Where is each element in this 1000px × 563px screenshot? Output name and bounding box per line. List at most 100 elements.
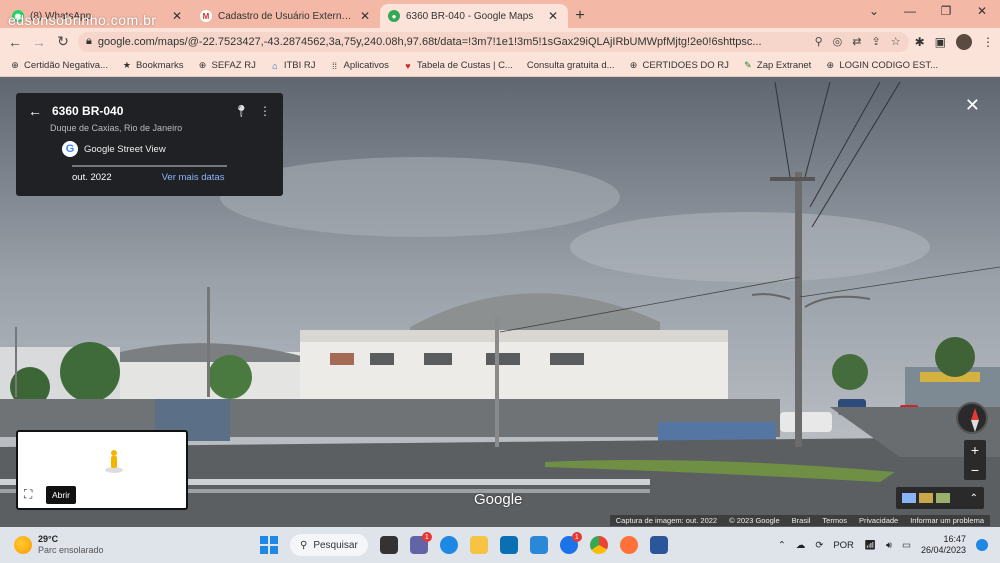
gmail-icon: M	[200, 10, 212, 22]
tab-gmail[interactable]: M Cadastro de Usuário Externo no... ✕	[192, 4, 380, 28]
layer-thumb-icon[interactable]	[936, 493, 950, 503]
browser-toolbar: ← → ↻ 🔒︎ google.com/maps/@-22.7523427,-4…	[0, 28, 1000, 55]
terms-link[interactable]: Termos	[822, 516, 847, 525]
maps-pin-icon: ●	[388, 10, 400, 22]
bookmark-itbi[interactable]: ⌂ ITBI RJ	[270, 60, 315, 71]
layer-switcher[interactable]: ⌃	[896, 487, 984, 509]
back-arrow-icon[interactable]: ←	[28, 103, 42, 119]
location-pin-icon[interactable]: 📍︎	[234, 104, 249, 118]
privacy-link[interactable]: Privacidade	[859, 516, 898, 525]
lock-icon: 🔒︎	[86, 35, 92, 47]
system-tray: ⌃ ☁ ⟳ POR 📶︎ 🔊︎ ▭ 16:47 26/04/2023	[778, 527, 988, 563]
bookmark-consulta[interactable]: Consulta gratuita d...	[527, 60, 615, 71]
firefox-icon[interactable]	[619, 536, 638, 554]
back-button[interactable]: ←	[6, 34, 24, 50]
tab-google-maps[interactable]: ● 6360 BR-040 - Google Maps ✕	[380, 4, 568, 28]
app-icon[interactable]: 1	[559, 532, 582, 554]
street-view-viewport[interactable]: ← 6360 BR-040 📍︎ ⋮ Duque de Caxias, Rio …	[0, 77, 1000, 527]
mail-icon[interactable]	[529, 536, 548, 554]
forward-button[interactable]: →	[30, 34, 48, 50]
bookmark-login[interactable]: ⊕ LOGIN CODIGO EST...	[825, 60, 939, 71]
capture-credit: Captura de imagem: out. 2022	[615, 516, 718, 525]
bookmark-label: Zap Extranet	[756, 60, 812, 71]
cloud-icon[interactable]: ☁	[796, 540, 806, 551]
restore-button[interactable]: ❐	[928, 4, 964, 18]
wifi-icon[interactable]: 📶︎	[864, 540, 876, 551]
share-icon[interactable]: ⇪	[872, 35, 881, 48]
windows-taskbar: 29°C Parc ensolarado ⚲ Pesquisar 1 1 ⌃ ☁…	[0, 527, 1000, 563]
more-dates-link[interactable]: Ver mais datas	[162, 172, 225, 183]
bookmark-folder-bookmarks[interactable]: ★ Bookmarks	[122, 60, 184, 71]
country-link[interactable]: Brasil	[792, 516, 811, 525]
zap-icon: ✎	[744, 60, 752, 70]
date: 26/04/2023	[920, 545, 966, 555]
file-explorer-icon[interactable]	[469, 536, 488, 554]
bookmark-certidao[interactable]: ⊕ Certidão Negativa...	[10, 60, 108, 71]
chevron-up-icon[interactable]: ⌃	[778, 540, 786, 551]
notification-icon[interactable]	[976, 539, 988, 551]
close-tab-icon[interactable]: ✕	[546, 9, 560, 23]
chevron-up-icon[interactable]: ⌃	[970, 493, 978, 504]
omnibox-icons: ⚲ ◎ ⇄ ⇪ ☆	[815, 35, 901, 48]
bookmark-label: Consulta gratuita d...	[526, 60, 615, 71]
close-tab-icon[interactable]: ✕	[170, 9, 184, 23]
volume-icon[interactable]: 🔊︎	[886, 540, 892, 551]
layer-thumb-icon[interactable]	[902, 493, 916, 503]
battery-icon[interactable]: ▭	[902, 540, 911, 551]
sync-icon[interactable]: ⟳	[815, 540, 823, 551]
menu-kebab-icon[interactable]: ⋮	[982, 35, 994, 49]
divider	[72, 165, 227, 167]
bookmark-star-icon[interactable]: ☆	[891, 35, 901, 48]
new-tab-button[interactable]: +	[568, 4, 592, 28]
reload-button[interactable]: ↻	[54, 33, 72, 50]
extensions-puzzle-icon[interactable]: ✱	[915, 35, 925, 49]
locality-text: Duque de Caxias, Rio de Janeiro	[50, 123, 183, 133]
edge-icon[interactable]	[439, 536, 458, 554]
report-problem-link[interactable]: Informar um problema	[910, 516, 984, 525]
zoom-in-button[interactable]: +	[971, 440, 979, 460]
bookmark-apps[interactable]: ⁞⁞ Aplicativos	[330, 60, 389, 71]
close-window-button[interactable]: ✕	[964, 4, 1000, 18]
bookmark-sefaz[interactable]: ⊕ SEFAZ RJ	[197, 60, 256, 71]
address-bar[interactable]: 🔒︎ google.com/maps/@-22.7523427,-43.2874…	[78, 31, 909, 52]
tab-search-icon[interactable]: ⌄	[856, 4, 892, 18]
bookmark-zap[interactable]: ✎ Zap Extranet	[743, 60, 811, 71]
store-icon[interactable]	[499, 536, 518, 554]
clock[interactable]: 16:47 26/04/2023	[921, 534, 966, 556]
layer-thumb-icon[interactable]	[919, 493, 933, 503]
bookmark-certidoes-rj[interactable]: ⊕ CERTIDOES DO RJ	[629, 60, 729, 71]
window-controls: ⌄ — ❐ ✕	[856, 4, 1000, 18]
temperature: 29°C	[38, 534, 59, 544]
url-text: google.com/maps/@-22.7523427,-43.2874562…	[97, 35, 762, 48]
weather-widget[interactable]: 29°C Parc ensolarado	[0, 534, 160, 556]
language-indicator[interactable]: POR	[833, 540, 854, 551]
bookmark-icon: ♥	[405, 60, 411, 71]
close-street-view-button[interactable]: ✕	[965, 95, 980, 116]
compass-icon[interactable]	[956, 402, 988, 434]
bookmark-label: CERTIDOES DO RJ	[642, 60, 729, 71]
location-icon[interactable]: ⚲	[815, 35, 823, 48]
expand-map-icon[interactable]: ⛶	[24, 487, 32, 502]
translate-icon[interactable]: ⇄	[852, 35, 861, 48]
building-icon: ⌂	[272, 60, 278, 71]
word-icon[interactable]	[649, 536, 668, 554]
notification-badge: 1	[421, 532, 432, 542]
side-panel-icon[interactable]: ▣	[935, 35, 946, 49]
task-view-icon[interactable]	[379, 536, 398, 554]
bookmark-tabela-custas[interactable]: ♥ Tabela de Custas | C...	[403, 60, 513, 71]
profile-avatar[interactable]	[956, 33, 972, 50]
more-options-icon[interactable]: ⋮	[259, 104, 271, 118]
teams-icon[interactable]: 1	[409, 532, 432, 554]
google-lens-icon[interactable]: ◎	[833, 35, 843, 48]
taskbar-search[interactable]: ⚲ Pesquisar	[290, 534, 368, 556]
start-button[interactable]	[260, 536, 278, 554]
close-tab-icon[interactable]: ✕	[358, 9, 372, 23]
zoom-out-button[interactable]: −	[971, 460, 979, 480]
street-view-info-card: ← 6360 BR-040 📍︎ ⋮ Duque de Caxias, Rio …	[16, 93, 283, 196]
apps-grid-icon: ⁞⁞	[331, 60, 337, 71]
google-logo-icon: G	[62, 141, 78, 157]
chrome-icon[interactable]	[589, 536, 608, 554]
copyright: © 2023 Google	[729, 516, 780, 525]
minimize-button[interactable]: —	[892, 4, 928, 18]
minimap[interactable]: ⛶	[16, 430, 188, 510]
